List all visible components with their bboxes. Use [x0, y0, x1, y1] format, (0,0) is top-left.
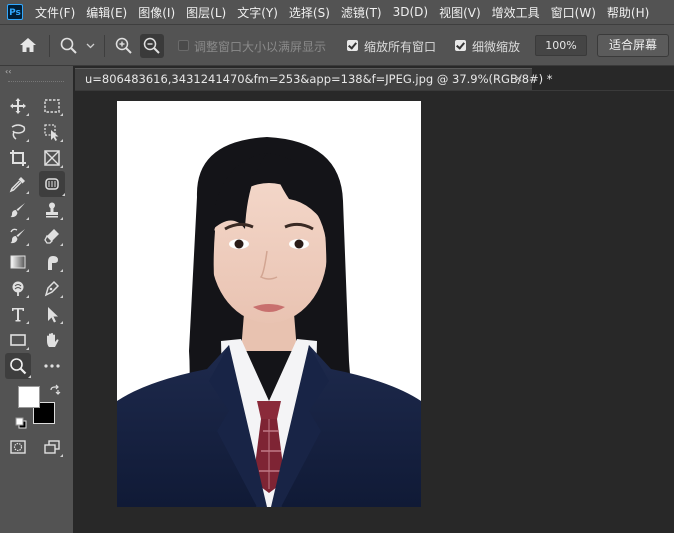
- zoom-in-button[interactable]: [114, 36, 134, 56]
- eyedropper-tool[interactable]: [7, 173, 29, 195]
- document-tab[interactable]: u=806483616,3431241470&fm=253&app=138&f=…: [75, 68, 553, 90]
- rectangle-tool[interactable]: [7, 329, 29, 351]
- screen-mode-button[interactable]: [41, 436, 63, 458]
- gradient-tool-icon: [10, 255, 26, 269]
- healing-brush-tool-icon: [45, 178, 59, 190]
- menu-view[interactable]: 视图(V): [439, 4, 481, 21]
- toolbox-collapse-toggle[interactable]: ‹‹: [5, 67, 11, 76]
- home-button[interactable]: [19, 37, 37, 53]
- menu-bar: Ps 文件(F) 编辑(E) 图像(I) 图层(L) 文字(Y) 选择(S) 滤…: [0, 0, 674, 24]
- hand-tool-icon: [47, 333, 59, 347]
- marquee-tool-icon: [44, 99, 60, 113]
- brush-tool[interactable]: [7, 199, 29, 221]
- hand-tool[interactable]: [41, 329, 63, 351]
- path-selection-tool-icon: [48, 307, 58, 323]
- zoom-tool-icon: [10, 358, 27, 375]
- document-canvas-image[interactable]: [117, 101, 421, 507]
- crop-tool-icon: [10, 150, 26, 166]
- history-brush-tool-icon: [10, 228, 25, 244]
- smudge-tool-icon: [48, 256, 58, 270]
- path-selection-tool[interactable]: [41, 303, 63, 325]
- zoom-in-icon: [115, 37, 132, 54]
- zoom-out-icon: [143, 37, 160, 54]
- foreground-color-swatch[interactable]: [18, 386, 40, 408]
- photoshop-logo[interactable]: Ps: [7, 4, 23, 20]
- zoom-out-button[interactable]: [140, 34, 164, 58]
- menu-layer[interactable]: 图层(L): [186, 4, 226, 21]
- options-bar: 调整窗口大小以满屏显示 缩放所有窗口 细微缩放 100% 适合屏幕: [0, 24, 674, 66]
- zoom-preset-icon: [60, 37, 95, 54]
- scrubby-zoom-label: 细微缩放: [472, 40, 521, 54]
- toolbox-grip[interactable]: [8, 81, 64, 84]
- smudge-tool[interactable]: [41, 251, 63, 273]
- zoom-tool[interactable]: [5, 353, 31, 379]
- menu-filter[interactable]: 滤镜(T): [341, 4, 382, 21]
- zoom-all-windows-label: 缩放所有窗口: [364, 40, 437, 54]
- menu-file[interactable]: 文件(F): [35, 4, 75, 21]
- more-tools-button[interactable]: [41, 355, 63, 377]
- pen-tool-icon: [44, 280, 60, 297]
- object-selection-tool-icon: [44, 124, 59, 141]
- eyedropper-tool-icon: [9, 177, 25, 193]
- default-colors-icon: [15, 417, 27, 429]
- crop-tool[interactable]: [7, 147, 29, 169]
- eraser-tool-icon: [44, 229, 59, 244]
- separator: [49, 35, 50, 57]
- swap-colors-icon: [50, 384, 61, 395]
- clone-stamp-tool[interactable]: [41, 199, 63, 221]
- menu-image[interactable]: 图像(I): [138, 4, 175, 21]
- menu-3d[interactable]: 3D(D): [393, 5, 428, 19]
- frame-tool[interactable]: [41, 147, 63, 169]
- type-tool[interactable]: [7, 303, 29, 325]
- menu-select[interactable]: 选择(S): [289, 4, 330, 21]
- object-selection-tool[interactable]: [41, 121, 63, 143]
- more-tools-icon: [44, 364, 60, 368]
- eraser-tool[interactable]: [41, 225, 63, 247]
- zoom-all-windows-checkbox[interactable]: [347, 40, 358, 51]
- history-brush-tool[interactable]: [7, 225, 29, 247]
- quick-mask-button[interactable]: [7, 436, 29, 458]
- scrubby-zoom-checkbox[interactable]: [455, 40, 466, 51]
- gradient-tool[interactable]: [7, 251, 29, 273]
- separator: [104, 35, 105, 57]
- frame-tool-icon: [44, 150, 60, 166]
- document-tab-title: u=806483616,3431241470&fm=253&app=138&f=…: [85, 72, 553, 86]
- zoom-tool-preset-button[interactable]: [60, 37, 98, 55]
- rectangle-tool-icon: [10, 334, 26, 346]
- lasso-tool-icon: [11, 124, 26, 140]
- healing-brush-tool[interactable]: [39, 171, 65, 197]
- resize-windows-label: 调整窗口大小以满屏显示: [194, 40, 327, 54]
- move-tool-icon: [10, 98, 26, 114]
- toolbox: ‹‹: [0, 66, 73, 533]
- menu-help[interactable]: 帮助(H): [607, 4, 649, 21]
- dodge-tool-icon: [12, 281, 24, 296]
- zoom-value-field[interactable]: 100%: [535, 35, 587, 56]
- home-icon: [20, 38, 36, 52]
- screen-mode-icon: [44, 440, 60, 454]
- menu-window[interactable]: 窗口(W): [551, 4, 596, 21]
- lasso-tool[interactable]: [7, 121, 29, 143]
- brush-tool-icon: [10, 203, 25, 218]
- type-tool-icon: [12, 308, 24, 322]
- default-colors-button[interactable]: [15, 417, 27, 432]
- menu-plugins[interactable]: 增效工具: [492, 4, 540, 21]
- marquee-tool[interactable]: [41, 95, 63, 117]
- quick-mask-icon: [10, 440, 26, 454]
- resize-windows-checkbox[interactable]: [178, 40, 189, 51]
- clone-stamp-tool-icon: [46, 202, 58, 218]
- swap-colors-button[interactable]: [49, 384, 61, 399]
- menu-type[interactable]: 文字(Y): [237, 4, 278, 21]
- pen-tool[interactable]: [41, 277, 63, 299]
- dodge-tool[interactable]: [7, 277, 29, 299]
- portrait-photo: [117, 101, 421, 507]
- menu-edit[interactable]: 编辑(E): [86, 4, 127, 21]
- fit-screen-button[interactable]: 适合屏幕: [597, 34, 669, 57]
- move-tool[interactable]: [7, 95, 29, 117]
- close-icon[interactable]: ×: [514, 72, 523, 85]
